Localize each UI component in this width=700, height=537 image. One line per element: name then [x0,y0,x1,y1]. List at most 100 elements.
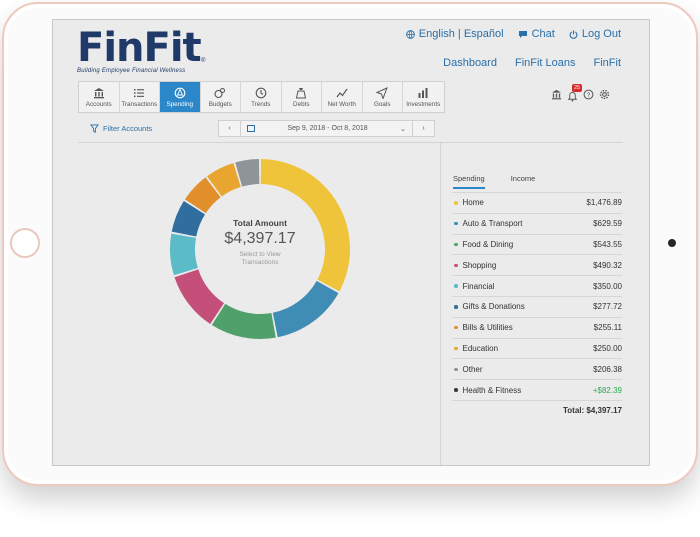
tab-trends-label: Trends [251,100,271,108]
date-range-picker: ‹ Sep 9, 2018 - Oct 8, 2018 ⌄ › [218,120,435,137]
category-row[interactable]: Home $1,476.89 [452,192,622,213]
chat-link[interactable]: Chat [518,28,555,40]
chat-label: Chat [531,28,555,40]
category-name: Financial [462,281,495,291]
category-row[interactable]: Shopping $490.32 [452,254,622,275]
tab-investments-label: Investments [406,100,441,108]
category-amount: $350.00 [593,281,622,291]
select-hint-line1: Select to View [239,251,281,258]
list-icon [134,88,145,97]
category-row[interactable]: Gifts & Donations $277.72 [452,295,622,317]
content-divider [78,142,623,143]
nav-finfit[interactable]: FinFit [594,57,622,69]
category-color-dot [454,388,458,392]
tab-budgets[interactable]: Budgets [201,82,241,112]
filter-accounts-button[interactable]: Filter Accounts [90,124,152,133]
prev-period-button[interactable]: ‹ [219,121,241,136]
category-row[interactable]: Bills & Utilities $255.11 [452,316,622,338]
total-amount-value: $4,397.17 [224,230,296,247]
nav-dashboard[interactable]: Dashboard [443,57,497,69]
chart-icon [418,87,428,98]
tab-debts-label: Debts [293,100,310,108]
total-row: Total: $4,397.17 [452,399,622,420]
chat-icon [518,30,527,38]
logo-wordmark: FinFit [77,25,202,71]
goal-icon [376,86,389,99]
spending-icon [174,87,186,98]
finfit-logo[interactable]: FinFit Building Employee Financial Welln… [77,25,205,74]
category-color-dot [454,305,458,309]
category-row[interactable]: Other $206.38 [452,358,622,379]
category-color-dot [454,201,458,205]
notifications-button[interactable]: 25 [567,84,583,102]
tab-trends[interactable]: Trends [241,82,282,112]
category-name: Home [462,198,484,208]
home-button [10,228,40,258]
category-amount: $250.00 [593,343,622,353]
next-period-button[interactable]: › [412,121,434,136]
donut-segment[interactable] [170,233,198,276]
filter-accounts-label: Filter Accounts [103,124,153,133]
power-icon [569,29,578,39]
category-row[interactable]: Food & Dining $543.55 [452,233,622,255]
category-color-dot [454,325,458,330]
bank-icon [93,87,104,98]
tab-debts[interactable]: Debts [282,82,322,112]
tab-income-list[interactable]: Income [511,174,536,189]
category-amount: $277.72 [593,302,622,312]
language-label: English | Español [418,28,504,40]
donut-center-label: Total Amount $4,397.17 Select to View Tr… [205,218,315,267]
category-color-dot [454,221,458,226]
category-amount: $206.38 [593,364,622,374]
help-icon[interactable]: ? [583,89,594,100]
app-screen: FinFit Building Employee Financial Welln… [52,19,650,466]
feature-toolbar: Accounts Transactions Spending Budgets T… [78,81,445,113]
bank-icon[interactable] [551,89,562,100]
tab-spending[interactable]: Spending [160,82,201,112]
tab-accounts[interactable]: Accounts [79,82,120,112]
category-name: Food & Dining [462,239,514,249]
clock-icon [255,87,267,98]
tab-investments[interactable]: Investments [403,82,444,112]
category-row[interactable]: Financial $350.00 [452,275,622,296]
tab-spending-list[interactable]: Spending [453,174,485,189]
tab-transactions[interactable]: Transactions [120,82,160,112]
tab-goals[interactable]: Goals [363,82,403,112]
bell-icon [567,91,578,102]
category-amount: $1,476.89 [586,198,622,208]
category-name: Health & Fitness [462,385,522,395]
logo-tagline: Building Employee Financial Wellness [77,68,186,74]
donut-segment[interactable] [211,303,276,339]
gear-icon[interactable] [599,89,610,100]
tab-spending-label: Spending [166,100,194,108]
category-amount: $543.55 [593,239,622,249]
notification-badge: 25 [572,84,583,92]
date-range-label: Sep 9, 2018 - Oct 8, 2018 [287,125,368,132]
main-nav: Dashboard FinFit Loans FinFit [443,57,621,69]
tab-net-worth[interactable]: Net Worth [322,82,363,112]
select-hint-line2: Transactions [241,259,279,266]
category-list: Home $1,476.89 Auto & Transport $629.59 Food… [452,192,622,420]
tab-goals-label: Goals [374,100,391,108]
nav-finfit-loans[interactable]: FinFit Loans [515,57,576,69]
category-row[interactable]: Auto & Transport $629.59 [452,212,622,234]
logout-link[interactable]: Log Out [569,28,621,40]
donut-segment[interactable] [272,280,339,338]
camera [668,239,676,247]
tab-net-worth-label: Net Worth [327,100,356,108]
category-amount: $490.32 [593,260,622,270]
donut-segment[interactable] [174,269,225,324]
language-link[interactable]: English | Español [405,28,504,40]
category-row[interactable]: Education $250.00 [452,337,622,359]
date-range-select[interactable]: Sep 9, 2018 - Oct 8, 2018 ⌄ [241,125,412,133]
category-color-dot [454,346,458,351]
category-row[interactable]: Health & Fitness +$82.39 [452,379,622,400]
category-color-dot [454,263,458,268]
category-name: Education [462,343,499,353]
logo-registered-mark: ® [201,58,206,64]
svg-text:?: ? [587,92,591,99]
category-amount: $629.59 [593,219,622,229]
tab-transactions-label: Transactions [121,100,158,108]
tab-accounts-label: Accounts [85,100,112,108]
select-hint: Select to View Transactions [205,251,315,267]
